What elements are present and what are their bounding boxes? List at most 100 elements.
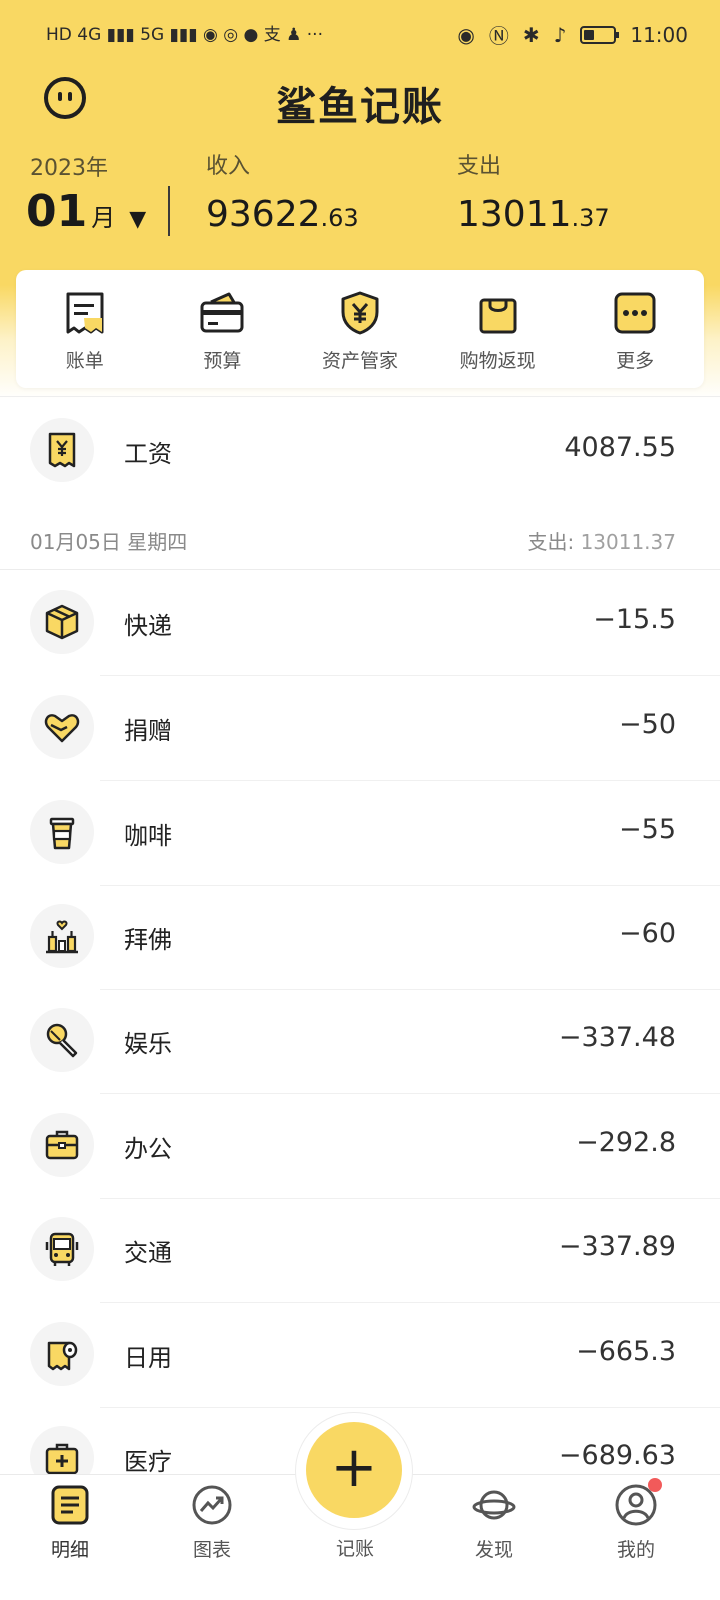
tab-charts[interactable]: 图表 (162, 1475, 262, 1600)
tab-discover[interactable]: 发现 (444, 1475, 544, 1600)
transaction-row[interactable]: 日用 −665.3 (0, 1302, 720, 1408)
list-top-divider (0, 396, 720, 397)
microphone-icon (46, 1023, 78, 1058)
plus-icon: + (330, 1435, 378, 1500)
transaction-amount: −60 (619, 918, 676, 949)
transaction-amount: −292.8 (576, 1127, 676, 1158)
heart-hand-icon (44, 714, 80, 743)
day-expense-summary: 支出: 13011.37 (527, 526, 676, 555)
candles-icon (46, 920, 78, 954)
quick-bill-button[interactable]: 账单 (16, 270, 154, 388)
bill-icon (66, 292, 104, 334)
category-icon-wrap (30, 695, 94, 759)
category-name: 交通 (124, 1239, 172, 1267)
wallet-icon (200, 292, 244, 333)
tab-mine[interactable]: 我的 (586, 1475, 686, 1600)
shield-yen-icon (341, 291, 379, 335)
category-name: 办公 (124, 1135, 172, 1163)
transaction-amount: −15.5 (593, 604, 676, 635)
expense-total: 13011.37 (457, 194, 610, 235)
tab-discover-label: 发现 (474, 1539, 513, 1561)
quick-assets-button[interactable]: 资产管家 (291, 270, 429, 388)
category-name: 娱乐 (124, 1030, 172, 1058)
transaction-row[interactable]: 交通 −337.89 (0, 1197, 720, 1303)
header-divider (168, 186, 170, 236)
income-decimal: .63 (320, 204, 359, 232)
briefcase-icon (45, 1130, 79, 1160)
category-icon-wrap (30, 1113, 94, 1177)
coffee-icon (49, 817, 75, 850)
app-title: 鲨鱼记账 (276, 84, 444, 130)
tab-record-label: 记账 (335, 1538, 374, 1560)
status-bar: HD 4G ▮▮▮ 5G ▮▮▮ ◉ ◎ ● 支 ♟ ··· ◉ Ⓝ ✱ ♪ 1… (0, 0, 720, 70)
category-name: 快递 (124, 612, 172, 640)
category-name: 拜佛 (124, 926, 172, 954)
transaction-amount: −337.48 (558, 1022, 676, 1053)
transaction-row[interactable]: 拜佛 −60 (0, 884, 720, 990)
quick-cashback-label: 购物返现 (459, 350, 536, 372)
transaction-row[interactable]: 娱乐 −337.48 (0, 988, 720, 1094)
quick-budget-label: 预算 (203, 350, 242, 372)
quick-actions-card: 账单 预算 资产管家 购物返现 更多 (16, 270, 704, 388)
quick-assets-label: 资产管家 (321, 350, 398, 372)
shopping-bag-icon (479, 298, 517, 334)
income-total: 93622.63 (206, 194, 359, 235)
month-unit: 月 (91, 204, 116, 232)
transaction-row[interactable]: 办公 −292.8 (0, 1093, 720, 1199)
expense-integer: 13011 (457, 194, 572, 235)
mute-bell-icon: ♪ (553, 22, 567, 47)
list-icon (51, 1485, 89, 1525)
planet-icon (472, 1490, 516, 1520)
bluetooth-icon: ✱ (522, 22, 540, 47)
transaction-amount: −337.89 (558, 1231, 676, 1262)
category-icon-wrap (30, 1008, 94, 1072)
day-expense-label: 支出: (527, 530, 575, 554)
category-name: 日用 (124, 1344, 172, 1372)
more-icon (614, 292, 656, 334)
transaction-row[interactable]: 咖啡 −55 (0, 780, 720, 886)
expense-decimal: .37 (571, 204, 610, 232)
tab-mine-label: 我的 (616, 1539, 655, 1561)
notification-dot (648, 1478, 662, 1492)
medkit-icon (45, 1443, 79, 1475)
month-number: 01 (26, 186, 88, 237)
nfc-icon: Ⓝ (488, 24, 509, 48)
day-date: 01月05日 星期四 (30, 530, 188, 554)
clock: 11:00 (630, 22, 688, 47)
quick-budget-button[interactable]: 预算 (154, 270, 292, 388)
transaction-row[interactable]: 快递 −15.5 (0, 570, 720, 676)
transaction-amount: −50 (619, 709, 676, 740)
transaction-amount: −689.63 (558, 1440, 676, 1471)
transaction-amount: −665.3 (576, 1336, 676, 1367)
month-picker[interactable]: 01 月 ▼ (26, 186, 146, 237)
tab-details-label: 明细 (50, 1539, 89, 1561)
category-name: 捐赠 (124, 717, 172, 745)
tab-details[interactable]: 明细 (20, 1475, 120, 1600)
category-icon-wrap (30, 1322, 94, 1386)
quick-more-button[interactable]: 更多 (566, 270, 704, 388)
quick-bill-label: 账单 (65, 350, 104, 372)
box-icon (45, 604, 79, 640)
entry-amount: 4087.55 (564, 432, 676, 463)
quick-more-label: 更多 (616, 350, 655, 372)
category-name: 工资 (124, 440, 172, 468)
tissue-icon (47, 1341, 78, 1371)
chart-icon (192, 1485, 232, 1525)
battery-icon (580, 25, 620, 44)
eye-icon: ◉ (457, 22, 475, 47)
bus-icon (45, 1232, 79, 1266)
category-icon-wrap (30, 1217, 94, 1281)
income-entry-row[interactable]: 工资 4087.55 (0, 398, 720, 504)
day-group-header: 01月05日 星期四 支出: 13011.37 (0, 514, 720, 570)
transaction-row[interactable]: 捐赠 −50 (0, 675, 720, 781)
tab-charts-label: 图表 (192, 1539, 231, 1561)
income-label: 收入 (206, 154, 251, 179)
day-expense-total: 13011.37 (580, 530, 676, 554)
category-icon-wrap (30, 904, 94, 968)
add-record-button[interactable]: + (306, 1422, 402, 1518)
quick-cashback-button[interactable]: 购物返现 (429, 270, 567, 388)
year-label: 2023年 (30, 156, 108, 181)
status-indicators: HD 4G ▮▮▮ 5G ▮▮▮ ◉ ◎ ● 支 ♟ ··· (46, 25, 323, 45)
category-name: 医疗 (124, 1448, 172, 1476)
expense-label: 支出 (457, 154, 502, 179)
